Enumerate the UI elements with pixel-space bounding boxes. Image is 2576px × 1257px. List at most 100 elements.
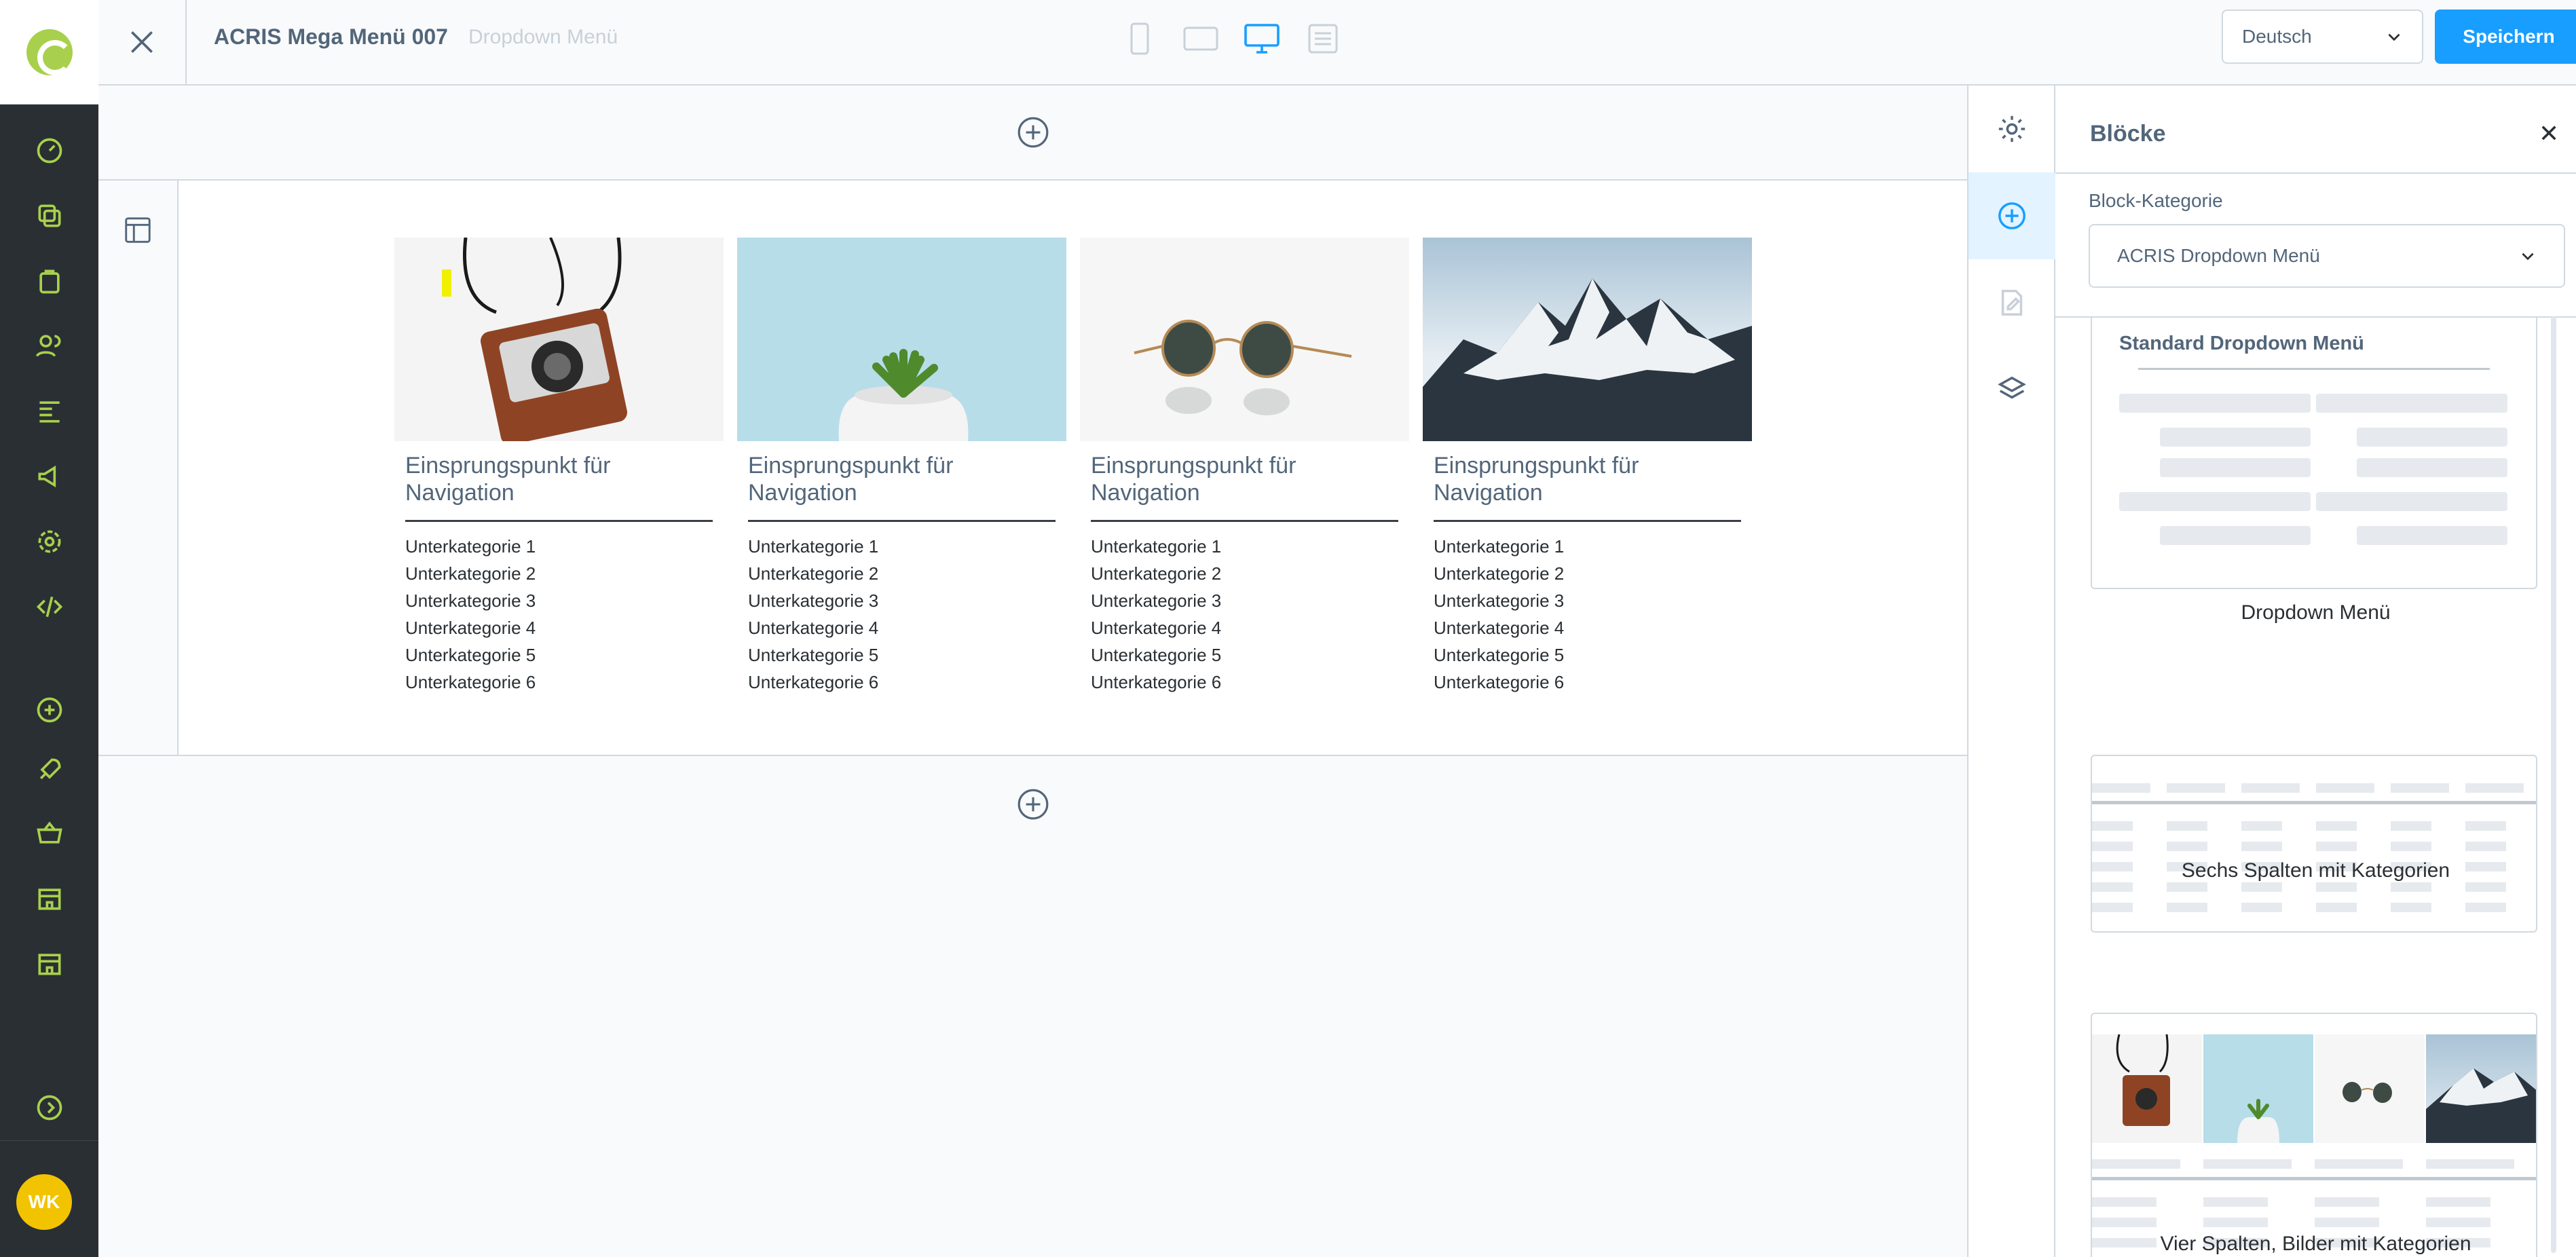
block-preview-six-columns[interactable] (2091, 755, 2537, 933)
list-item[interactable]: Unterkategorie 2 (1434, 560, 1741, 587)
section-settings[interactable] (98, 181, 179, 755)
menu-column[interactable]: Einsprungspunkt für Navigation Unterkate… (737, 238, 1066, 696)
list-item[interactable]: Unterkategorie 2 (405, 560, 713, 587)
layout-icon (125, 217, 151, 243)
sidebar-tabs (1967, 86, 2055, 1257)
list-item[interactable]: Unterkategorie 2 (1091, 560, 1398, 587)
editor-canvas: Einsprungspunkt für Navigation Unterkate… (98, 86, 1967, 1257)
chevron-down-icon (2388, 33, 2400, 41)
list-item[interactable]: Unterkategorie 5 (1091, 641, 1398, 669)
tab-settings[interactable] (1968, 86, 2055, 172)
marketing-icon[interactable] (0, 444, 98, 509)
list-item[interactable]: Unterkategorie 4 (405, 614, 713, 641)
basket-icon[interactable] (0, 801, 98, 866)
menu-column[interactable]: Einsprungspunkt für Navigation Unterkate… (1423, 238, 1752, 696)
list-item[interactable]: Unterkategorie 3 (748, 587, 1056, 614)
block-name: Sechs Spalten mit Kategorien (2181, 859, 2450, 882)
list-item[interactable]: Unterkategorie 6 (1091, 669, 1398, 696)
chevron-down-icon (2522, 252, 2534, 261)
camera-thumbnail (2092, 1034, 2202, 1143)
collapse-menu-icon[interactable] (0, 1075, 98, 1140)
tab-edit[interactable] (1968, 259, 2055, 346)
column-title[interactable]: Einsprungspunkt für Navigation (1091, 452, 1398, 522)
list-item[interactable]: Unterkategorie 6 (1434, 669, 1741, 696)
shopware-logo[interactable] (0, 0, 98, 105)
extensions-icon[interactable] (0, 574, 98, 639)
column-title[interactable]: Einsprungspunkt für Navigation (748, 452, 1056, 522)
camera-image[interactable] (394, 238, 724, 441)
add-section-top[interactable] (98, 86, 1967, 179)
desktop-view-icon[interactable] (1242, 19, 1282, 58)
catalogue-icon[interactable] (0, 183, 98, 248)
editor-topbar: ACRIS Mega Menü 007 Dropdown Menü Deutsc… (98, 0, 2576, 86)
sunglasses-thumbnail (2315, 1034, 2425, 1143)
block-list[interactable]: Standard Dropdown Menü Dropdown Menü Sec… (2055, 316, 2576, 1257)
preview-heading: Standard Dropdown Menü (2119, 333, 2364, 354)
list-item[interactable]: Unterkategorie 3 (1434, 587, 1741, 614)
column-title[interactable]: Einsprungspunkt für Navigation (1434, 452, 1741, 522)
mountain-image[interactable] (1423, 238, 1752, 441)
list-item[interactable]: Unterkategorie 1 (1434, 533, 1741, 560)
column-title[interactable]: Einsprungspunkt für Navigation (405, 452, 713, 522)
cms-layout-editor: WK ACRIS Mega Menü 007 Dropdown Menü Deu… (0, 0, 2576, 1257)
list-item[interactable]: Unterkategorie 4 (1434, 614, 1741, 641)
orders-icon[interactable] (0, 248, 98, 314)
save-button[interactable]: Speichern (2435, 10, 2576, 64)
panel-header: Blöcke ✕ (2055, 86, 2576, 174)
panel-title: Blöcke (2090, 121, 2166, 147)
add-block-icon (1998, 202, 2026, 229)
tab-layers[interactable] (1968, 346, 2055, 433)
block-category-label: Block-Kategorie (2089, 190, 2223, 211)
menu-column[interactable]: Einsprungspunkt für Navigation Unterkate… (1080, 238, 1409, 696)
add-section-icon (1018, 789, 1048, 820)
content-icon[interactable] (0, 379, 98, 444)
dashboard-icon[interactable] (0, 118, 98, 183)
customers-icon[interactable] (0, 314, 98, 379)
block-category-select[interactable]: ACRIS Dropdown Menü (2089, 224, 2565, 288)
list-item[interactable]: Unterkategorie 5 (405, 641, 713, 669)
list-item[interactable]: Unterkategorie 3 (405, 587, 713, 614)
sunglasses-image[interactable] (1080, 238, 1409, 441)
list-item[interactable]: Unterkategorie 5 (1434, 641, 1741, 669)
block-name: Vier Spalten, Bilder mit Kategorien (2160, 1233, 2471, 1255)
admin-sidebar: WK (0, 0, 98, 1257)
content-section[interactable]: Einsprungspunkt für Navigation Unterkate… (98, 179, 1967, 756)
layers-icon (1998, 376, 2026, 399)
close-editor-button[interactable] (98, 0, 187, 84)
tablet-view-icon[interactable] (1181, 19, 1220, 58)
block-name: Dropdown Menü (2241, 601, 2391, 624)
list-item[interactable]: Unterkategorie 2 (748, 560, 1056, 587)
tab-blocks[interactable] (1968, 172, 2055, 259)
block-preview-dropdown[interactable]: Standard Dropdown Menü (2091, 318, 2537, 589)
plant-image[interactable] (737, 238, 1066, 441)
settings-icon[interactable] (0, 509, 98, 574)
block-preview-four-columns[interactable] (2091, 1013, 2537, 1257)
user-avatar[interactable]: WK (16, 1174, 72, 1230)
close-icon (131, 31, 153, 53)
list-item[interactable]: Unterkategorie 3 (1091, 587, 1398, 614)
storefront-2-icon[interactable] (0, 931, 98, 996)
close-panel-icon[interactable]: ✕ (2539, 119, 2559, 148)
storefront-icon[interactable] (0, 866, 98, 931)
add-section-bottom[interactable] (98, 757, 1967, 851)
language-select[interactable]: Deutsch (2222, 10, 2423, 64)
page-type: Dropdown Menü (468, 26, 618, 48)
page-title: ACRIS Mega Menü 007 (214, 24, 448, 49)
list-item[interactable]: Unterkategorie 6 (748, 669, 1056, 696)
list-view-icon[interactable] (1303, 19, 1343, 58)
list-item[interactable]: Unterkategorie 6 (405, 669, 713, 696)
panel-scrollbar[interactable] (2551, 316, 2556, 1253)
list-item[interactable]: Unterkategorie 1 (1091, 533, 1398, 560)
add-icon[interactable] (0, 677, 98, 743)
list-item[interactable]: Unterkategorie 4 (748, 614, 1056, 641)
list-item[interactable]: Unterkategorie 1 (405, 533, 713, 560)
subcategory-list: Unterkategorie 1 Unterkategorie 2 Unterk… (1434, 533, 1741, 696)
menu-column[interactable]: Einsprungspunkt für Navigation Unterkate… (394, 238, 724, 696)
list-item[interactable]: Unterkategorie 5 (748, 641, 1056, 669)
plant-thumbnail (2203, 1034, 2313, 1143)
subcategory-list: Unterkategorie 1 Unterkategorie 2 Unterk… (405, 533, 713, 696)
mobile-view-icon[interactable] (1120, 19, 1159, 58)
rocket-icon[interactable] (0, 737, 98, 802)
list-item[interactable]: Unterkategorie 1 (748, 533, 1056, 560)
list-item[interactable]: Unterkategorie 4 (1091, 614, 1398, 641)
